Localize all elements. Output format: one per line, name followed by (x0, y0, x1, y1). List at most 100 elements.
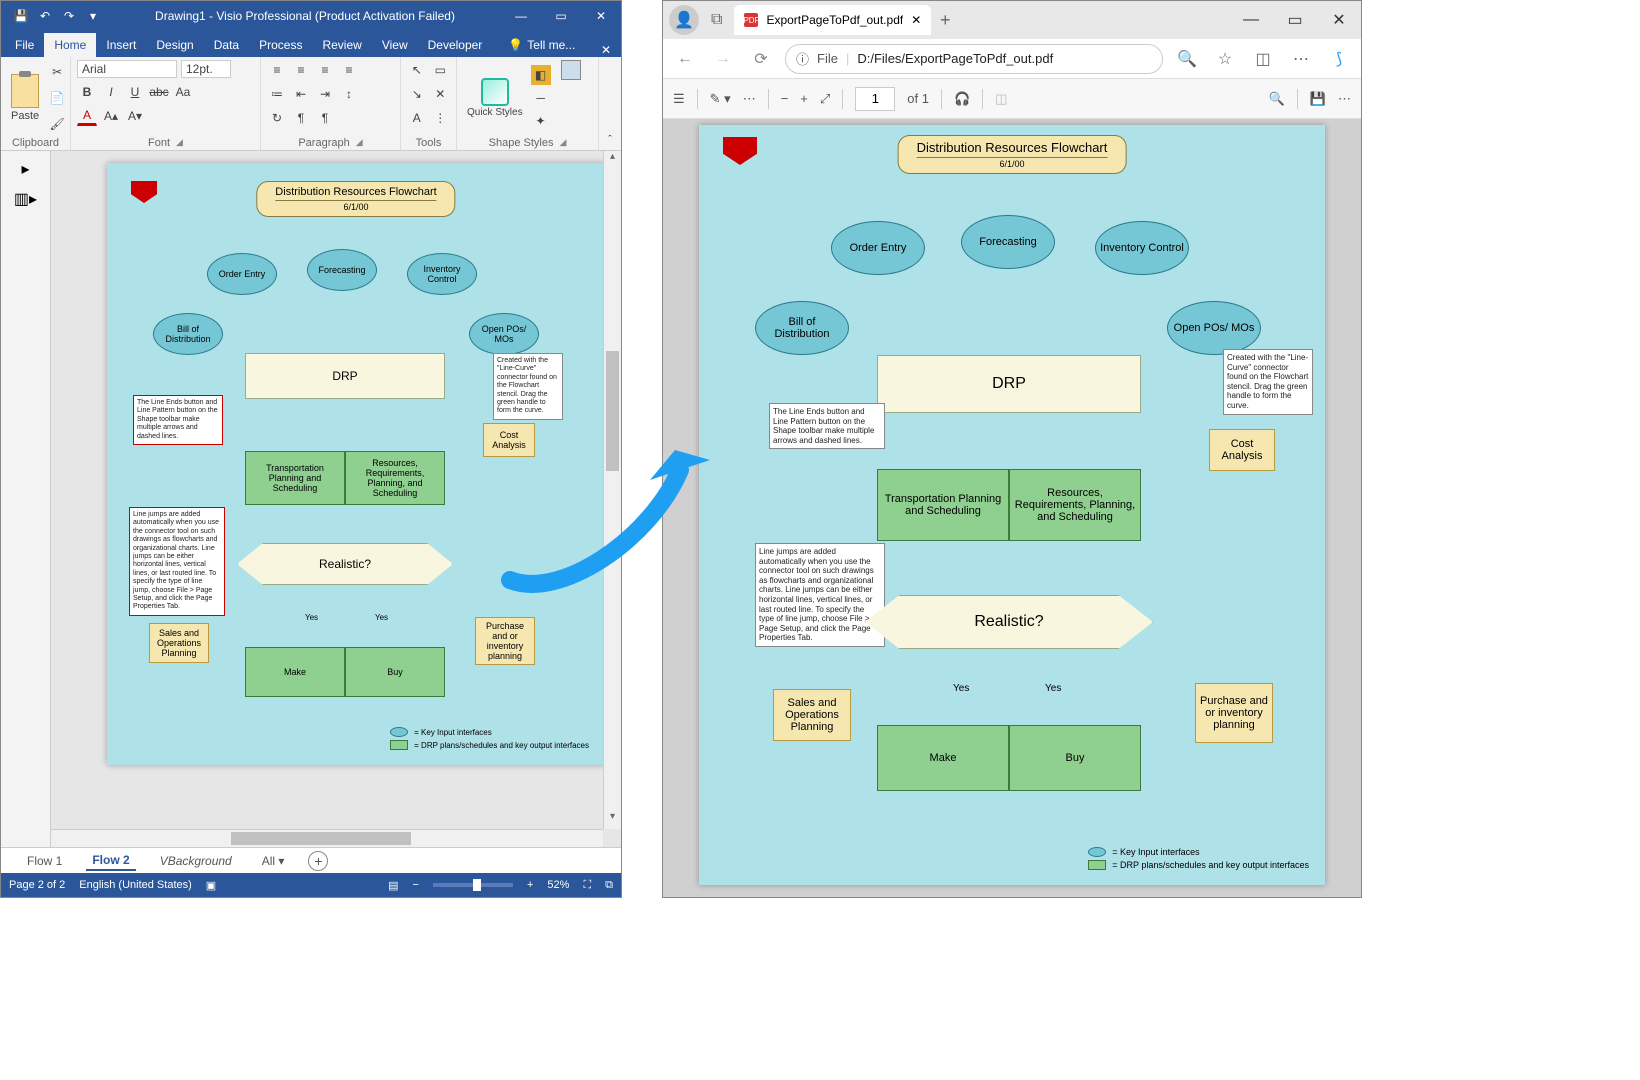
back-button[interactable]: ← (671, 50, 699, 68)
scroll-thumb[interactable] (606, 351, 619, 471)
tab-developer[interactable]: Developer (418, 33, 493, 57)
favorites-icon[interactable]: ☆ (1211, 49, 1239, 69)
fill-button[interactable]: ◧ (531, 65, 551, 85)
scroll-down-icon[interactable]: ▾ (604, 811, 621, 829)
zoom-out-button[interactable]: − (413, 879, 419, 891)
paste-button[interactable]: Paste (7, 60, 43, 135)
rotate-text-button[interactable]: ↻ (267, 108, 287, 128)
search-pdf-icon[interactable]: 🔍 (1269, 91, 1285, 107)
address-bar[interactable]: ⓘ File | D:/Files/ExportPageToPdf_out.pd… (785, 44, 1163, 74)
format-painter-icon[interactable]: 🖌 (47, 114, 67, 134)
connector-tool-icon[interactable]: ↘ (407, 84, 427, 104)
horizontal-scrollbar[interactable] (51, 829, 603, 847)
scroll-up-icon[interactable]: ▴ (604, 151, 621, 169)
add-text-icon[interactable]: ◫ (995, 91, 1007, 107)
draw-icon[interactable]: ✎ ▾ (710, 91, 731, 107)
fit-width-icon[interactable]: ⤢ (820, 91, 830, 107)
tab-actions-icon[interactable]: ⧉ (705, 11, 728, 29)
font-dialog-launcher[interactable]: ◢ (176, 137, 183, 149)
shapes-expand-icon[interactable]: ▸ (21, 159, 29, 179)
font-size-select[interactable]: 12pt. (181, 60, 231, 78)
page-tab-flow1[interactable]: Flow 1 (21, 852, 68, 870)
undo-icon[interactable]: ↶ (37, 8, 53, 24)
align-justify-button[interactable]: ≡ (339, 60, 359, 80)
shrink-font-button[interactable]: A▾ (125, 106, 145, 126)
edge-close-button[interactable]: ✕ (1317, 1, 1361, 39)
text-direction-button[interactable]: ¶ (291, 108, 311, 128)
stencil-icon[interactable]: ▥▸ (14, 189, 37, 209)
align-right-button[interactable]: ≡ (315, 60, 335, 80)
tab-process[interactable]: Process (249, 33, 312, 57)
close-button[interactable]: ✕ (581, 2, 621, 30)
paragraph-dialog-launcher[interactable]: ◢ (356, 137, 363, 149)
edge-maximize-button[interactable]: ▭ (1273, 1, 1317, 39)
line-spacing-button[interactable]: ↕ (339, 84, 359, 104)
status-language[interactable]: English (United States) (79, 879, 192, 891)
ribbon-collapse-icon[interactable]: ˆ (608, 134, 612, 146)
zoom-out-pdf-button[interactable]: − (781, 91, 789, 106)
tab-file[interactable]: File (5, 33, 44, 57)
align-left-button[interactable]: ≡ (267, 60, 287, 80)
grow-font-button[interactable]: A▴ (101, 106, 121, 126)
drawing-canvas[interactable]: Distribution Resources Flowchart 6/1/00 … (51, 151, 621, 847)
italic-button[interactable]: I (101, 82, 121, 102)
tab-review[interactable]: Review (312, 33, 371, 57)
add-page-button[interactable]: + (308, 851, 328, 871)
zoom-icon[interactable]: 🔍 (1173, 49, 1201, 69)
underline-button[interactable]: U (125, 82, 145, 102)
ribbon-collapse-button[interactable]: ✕ (591, 43, 621, 57)
tab-view[interactable]: View (372, 33, 418, 57)
quick-styles-button[interactable]: Quick Styles (463, 60, 527, 135)
tab-close-icon[interactable]: ✕ (911, 13, 921, 27)
pointer-tool-icon[interactable]: ↖ (407, 60, 427, 80)
page-tab-all[interactable]: All ▾ (256, 852, 291, 870)
fit-page-icon[interactable]: ⛶ (583, 879, 591, 892)
effects-button[interactable]: ✦ (531, 111, 551, 131)
page-tab-vbackground[interactable]: VBackground (154, 852, 238, 870)
cut-icon[interactable]: ✂ (47, 62, 67, 82)
increase-indent-button[interactable]: ⇥ (315, 84, 335, 104)
settings-menu-icon[interactable]: ⋯ (1287, 49, 1315, 69)
split-screen-icon[interactable]: ◫ (1249, 49, 1277, 69)
site-info-icon[interactable]: ⓘ (796, 49, 809, 68)
bullets-button[interactable]: ≔ (267, 84, 287, 104)
hscroll-thumb[interactable] (231, 832, 411, 845)
read-aloud-icon[interactable]: 🎧 (954, 91, 970, 107)
minimize-button[interactable]: ― (501, 2, 541, 30)
browser-tab[interactable]: PDF ExportPageToPdf_out.pdf ✕ (734, 5, 931, 35)
shape-dialog-launcher[interactable]: ◢ (559, 137, 566, 149)
copilot-icon[interactable]: ⟆ (1325, 49, 1353, 69)
save-icon[interactable]: 💾 (13, 8, 29, 24)
zoom-in-button[interactable]: + (527, 879, 533, 891)
refresh-button[interactable]: ⟳ (747, 49, 775, 69)
ellipse-tool-icon[interactable]: ⋮ (431, 108, 451, 128)
new-tab-button[interactable]: + (931, 10, 959, 31)
zoom-in-pdf-button[interactable]: + (800, 91, 808, 106)
pdf-menu-icon[interactable]: ⋯ (1338, 91, 1351, 107)
macro-record-icon[interactable]: ▣ (206, 879, 216, 892)
tab-home[interactable]: Home (44, 33, 96, 57)
shape-style-gallery[interactable] (561, 60, 581, 135)
switch-windows-icon[interactable]: ⧉ (605, 879, 613, 892)
profile-icon[interactable]: 👤 (669, 5, 699, 35)
decrease-indent-button[interactable]: ⇤ (291, 84, 311, 104)
copy-icon[interactable]: 📄 (47, 88, 67, 108)
tell-me-search[interactable]: 💡Tell me... (498, 33, 585, 57)
strikethrough-button[interactable]: abc (149, 82, 169, 102)
zoom-level[interactable]: 52% (547, 879, 569, 891)
font-color-button[interactable]: A (77, 106, 97, 126)
maximize-button[interactable]: ▭ (541, 2, 581, 30)
more-pdf-tools-icon[interactable]: ⋯ (743, 91, 756, 107)
align-center-button[interactable]: ≡ (291, 60, 311, 80)
drawing-page[interactable]: Distribution Resources Flowchart 6/1/00 … (107, 163, 605, 765)
forward-button[interactable]: → (709, 50, 737, 68)
paragraph-icon[interactable]: ¶ (315, 108, 335, 128)
text-box-tool-icon[interactable]: A (407, 108, 427, 128)
tab-design[interactable]: Design (146, 33, 203, 57)
line-button[interactable]: ─ (531, 88, 551, 108)
zoom-slider[interactable] (433, 883, 513, 887)
rectangle-tool-icon[interactable]: ▭ (431, 60, 451, 80)
page-number-input[interactable] (855, 87, 895, 111)
font-name-select[interactable]: Arial (77, 60, 177, 78)
pdf-viewport[interactable]: Distribution Resources Flowchart 6/1/00 … (663, 119, 1361, 897)
